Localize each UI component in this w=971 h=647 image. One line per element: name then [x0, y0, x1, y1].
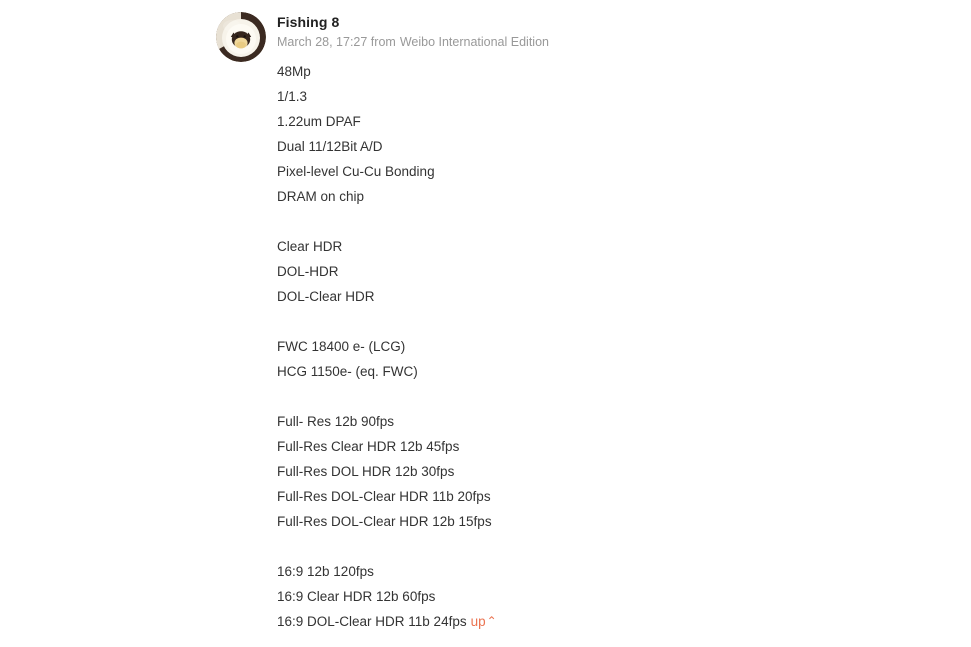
content-line: 1.22um DPAF	[277, 109, 856, 134]
content-line-text: DOL-Clear HDR	[277, 289, 375, 304]
chevron-up-icon[interactable]: ⌃	[487, 609, 497, 634]
content-line-text: 16:9 12b 120fps	[277, 564, 374, 579]
content-line-text: Full-Res DOL-Clear HDR 12b 15fps	[277, 514, 492, 529]
content-line-text: Dual 11/12Bit A/D	[277, 139, 383, 154]
content-line-text: HCG 1150e- (eq. FWC)	[277, 364, 418, 379]
content-line-text: Full-Res Clear HDR 12b 45fps	[277, 439, 460, 454]
collapse-post-link[interactable]: up⌃	[471, 614, 497, 629]
content-line: Full-Res Clear HDR 12b 45fps	[277, 434, 856, 459]
content-line: Pixel-level Cu-Cu Bonding	[277, 159, 856, 184]
weibo-post: Fishing 8 March 28, 17:27 from Weibo Inte…	[216, 12, 856, 635]
post-page: Fishing 8 March 28, 17:27 from Weibo Inte…	[0, 0, 971, 647]
post-body: Fishing 8 March 28, 17:27 from Weibo Inte…	[266, 12, 856, 635]
content-line: DOL-HDR	[277, 259, 856, 284]
post-source-link[interactable]: Weibo International Edition	[400, 35, 549, 49]
post-content: 48Mp 1/1.3 1.22um DPAF Dual 11/12Bit A/D Pix…	[277, 59, 856, 635]
content-line-text: Clear HDR	[277, 239, 343, 254]
cat-avatar-icon	[216, 12, 266, 62]
content-line: HCG 1150e- (eq. FWC)	[277, 359, 856, 384]
content-line: Full-Res DOL-Clear HDR 11b 20fps	[277, 484, 856, 509]
content-line-text: 16:9 DOL-Clear HDR 11b 24fps	[277, 614, 467, 629]
content-line-text: 48Mp	[277, 64, 311, 79]
content-line: 16:9 DOL-Clear HDR 11b 24fps up⌃	[277, 609, 856, 635]
content-line-text: 16:9 Clear HDR 12b 60fps	[277, 589, 436, 604]
content-line: Full-Res DOL-Clear HDR 12b 15fps	[277, 509, 856, 534]
content-line: DRAM on chip	[277, 184, 856, 209]
content-line-text: 1.22um DPAF	[277, 114, 361, 129]
content-line: 1/1.3	[277, 84, 856, 109]
content-line-text: Full- Res 12b 90fps	[277, 414, 395, 429]
content-line: Full-Res DOL HDR 12b 30fps	[277, 459, 856, 484]
content-line: Dual 11/12Bit A/D	[277, 134, 856, 159]
post-meta: March 28, 17:27 from Weibo International …	[277, 34, 856, 51]
username[interactable]: Fishing 8	[277, 13, 856, 31]
content-line-text: 1/1.3	[277, 89, 308, 104]
content-line: 48Mp	[277, 59, 856, 84]
content-line-text: FWC 18400 e- (LCG)	[277, 339, 406, 354]
content-line-text: Pixel-level Cu-Cu Bonding	[277, 164, 435, 179]
avatar[interactable]	[216, 12, 266, 62]
content-line-text: Full-Res DOL HDR 12b 30fps	[277, 464, 455, 479]
post-timestamp: March 28, 17:27 from	[277, 35, 396, 49]
content-line-text: DOL-HDR	[277, 264, 339, 279]
content-line-text: Full-Res DOL-Clear HDR 11b 20fps	[277, 489, 491, 504]
content-line: DOL-Clear HDR	[277, 284, 856, 309]
content-line-text: DRAM on chip	[277, 189, 365, 204]
content-line: 16:9 Clear HDR 12b 60fps	[277, 584, 856, 609]
content-line: FWC 18400 e- (LCG)	[277, 334, 856, 359]
content-line: Clear HDR	[277, 234, 856, 259]
content-line: 16:9 12b 120fps	[277, 559, 856, 584]
content-line: Full- Res 12b 90fps	[277, 409, 856, 434]
